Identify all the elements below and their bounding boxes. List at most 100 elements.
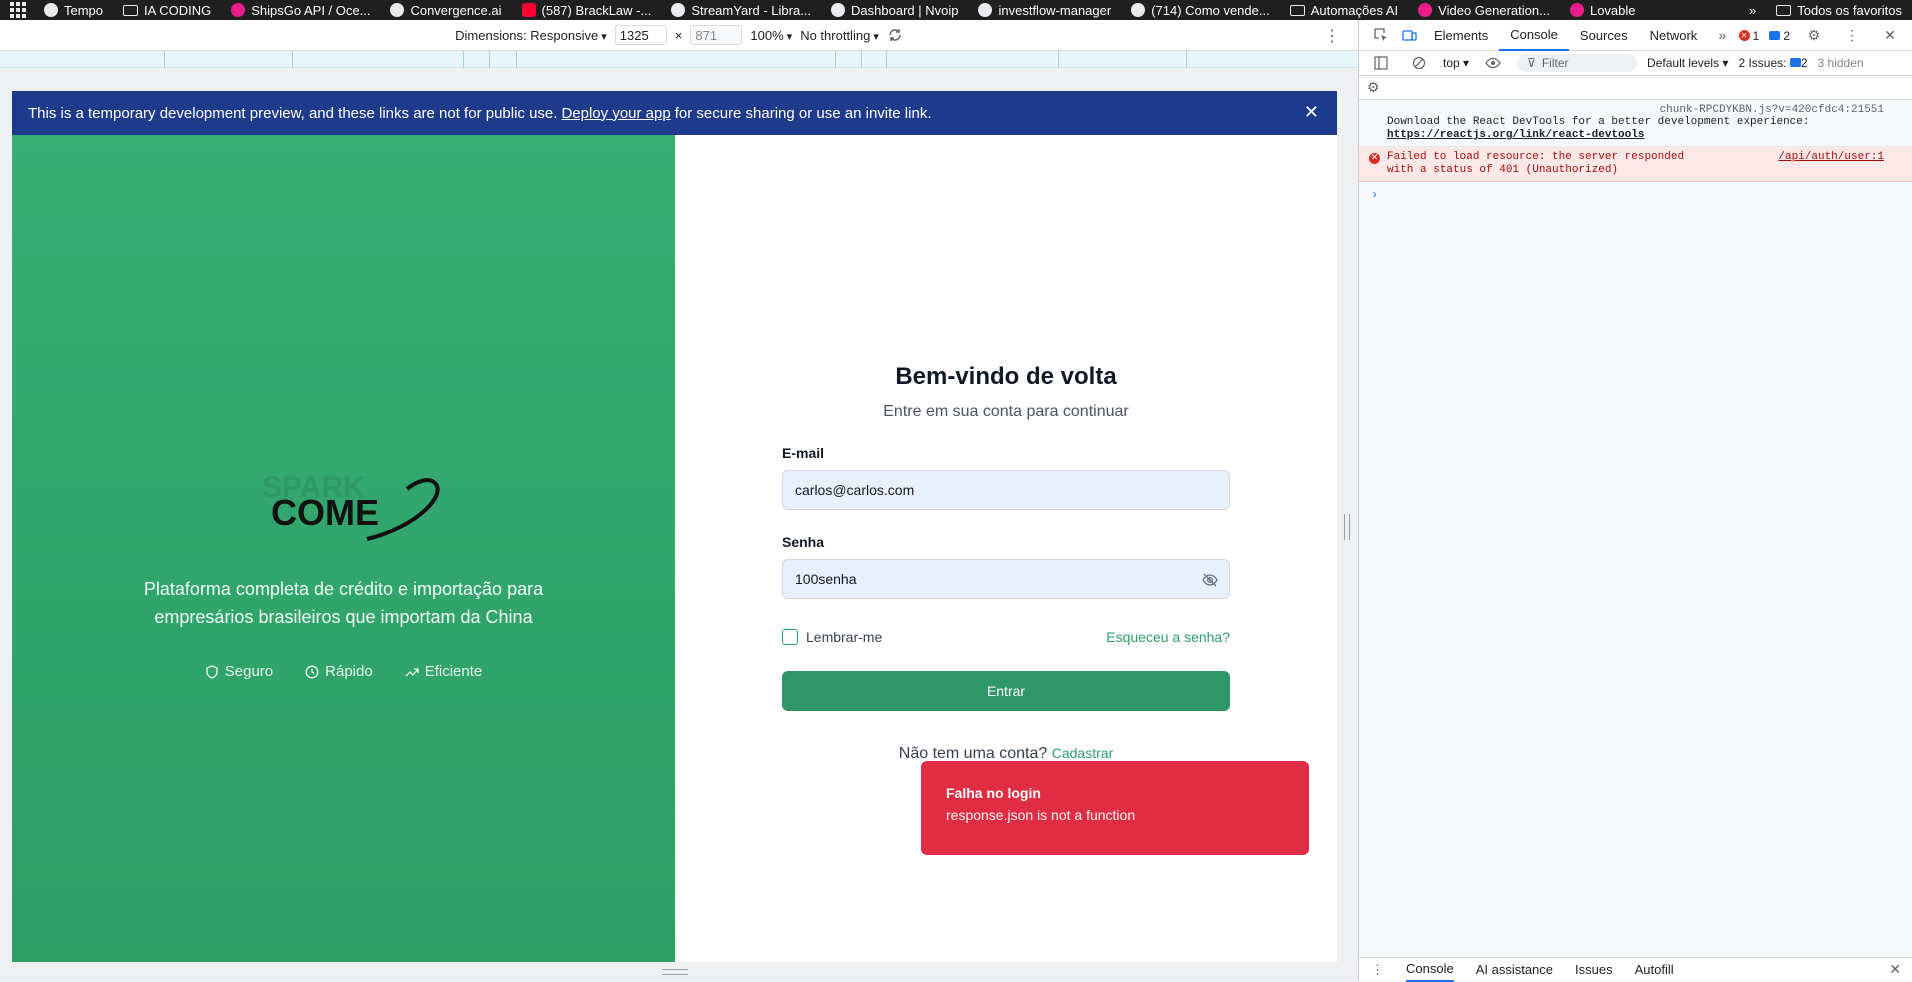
- device-toolbar-menu-icon[interactable]: ⋮: [1324, 26, 1340, 46]
- viewport-resize-handle-right[interactable]: [1344, 514, 1350, 540]
- page-title: Bem-vindo de volta: [895, 363, 1117, 390]
- banner-text-after: for secure sharing or use an invite link…: [674, 104, 932, 122]
- console-prompt[interactable]: ›: [1359, 182, 1912, 208]
- gear-icon[interactable]: ⚙: [1806, 27, 1822, 44]
- bookmark-tempo[interactable]: Tempo: [34, 0, 113, 20]
- apps-grid-icon[interactable]: [10, 2, 26, 18]
- bookmarks-more-button[interactable]: »: [1739, 0, 1766, 20]
- tab-console[interactable]: Console: [1499, 20, 1569, 51]
- bookmark-bracklaw[interactable]: (587) BrackLaw -...: [512, 0, 662, 20]
- remember-row: Lembrar-me Esqueceu a senha?: [782, 629, 1230, 645]
- email-label: E-mail: [782, 445, 825, 461]
- rotate-icon[interactable]: [887, 27, 903, 43]
- deploy-app-link[interactable]: Deploy your app: [561, 105, 670, 122]
- kebab-menu-icon[interactable]: ⋮: [1844, 27, 1860, 44]
- drawer-menu-icon[interactable]: ⋮: [1371, 962, 1384, 978]
- globe-icon: [1131, 3, 1146, 17]
- zoom-dropdown[interactable]: 100%: [750, 28, 792, 43]
- bookmark-convergence[interactable]: Convergence.ai: [380, 0, 511, 20]
- bookmark-folder-all[interactable]: Todos os favoritos: [1766, 0, 1912, 20]
- eye-icon[interactable]: [1485, 55, 1501, 71]
- inspect-icon[interactable]: [1373, 27, 1389, 43]
- bookmark-como-vende[interactable]: (714) Como vende...: [1121, 0, 1280, 20]
- console-settings-icon[interactable]: ⚙: [1367, 79, 1380, 96]
- password-field[interactable]: 100senha: [782, 559, 1230, 599]
- message-source[interactable]: chunk-RPCDYKBN.js?v=420cfdc4:21551: [1660, 104, 1884, 117]
- devtools-panel: Elements Console Sources Network » ✕ 1 2 …: [1358, 20, 1912, 982]
- device-toolbar: Dimensions: Responsive × 100% No throttl…: [0, 20, 1358, 51]
- console-filter-bar: top ▾ ⊽ Filter Default levels ▾ 2 Issues:…: [1359, 51, 1912, 76]
- close-icon[interactable]: ✕: [1889, 961, 1901, 978]
- bookmark-video-generation[interactable]: Video Generation...: [1408, 0, 1560, 20]
- login-button[interactable]: Entrar: [782, 671, 1230, 711]
- password-label: Senha: [782, 534, 825, 550]
- log-levels-dropdown[interactable]: Default levels ▾: [1647, 56, 1728, 70]
- drawer-tab-issues[interactable]: Issues: [1575, 962, 1613, 977]
- devtools-tabs: Elements Console Sources Network » ✕ 1 2 …: [1359, 20, 1912, 51]
- email-field[interactable]: carlos@carlos.com: [782, 470, 1230, 510]
- eye-off-icon[interactable]: [1201, 571, 1219, 589]
- viewport-width-input[interactable]: [614, 25, 667, 45]
- throttling-dropdown[interactable]: No throttling: [800, 28, 879, 43]
- globe-icon: [390, 3, 405, 17]
- youtube-icon: [521, 3, 536, 17]
- streamyard-icon: [671, 3, 686, 17]
- login-form: Bem-vindo de volta Entre em sua conta pa…: [782, 363, 1230, 763]
- close-icon[interactable]: ✕: [1304, 102, 1319, 122]
- toast-title: Falha no login: [946, 785, 1041, 801]
- hero-panel: SPARK COME Plataforma completa de crédit…: [12, 135, 675, 962]
- folder-icon: [1776, 4, 1792, 16]
- tab-elements[interactable]: Elements: [1423, 20, 1499, 51]
- heart-icon: [978, 3, 993, 17]
- bookmark-streamyard[interactable]: StreamYard - Libra...: [661, 0, 821, 20]
- console-filter-input[interactable]: ⊽ Filter: [1517, 54, 1638, 72]
- bookmark-nvoip[interactable]: Dashboard | Nvoip: [821, 0, 968, 20]
- error-toast[interactable]: Falha no login response.json is not a fu…: [921, 761, 1309, 855]
- dimensions-dropdown[interactable]: Dimensions: Responsive: [455, 28, 607, 43]
- issue-count-badge[interactable]: 2: [1769, 29, 1790, 43]
- tab-network[interactable]: Network: [1639, 20, 1709, 51]
- page-preview: This is a temporary development preview,…: [12, 91, 1337, 962]
- clock-icon: [305, 665, 319, 678]
- remember-checkbox[interactable]: Lembrar-me: [782, 629, 882, 645]
- drawer-tab-autofill[interactable]: Autofill: [1635, 962, 1674, 977]
- bookmark-lovable[interactable]: Lovable: [1560, 0, 1646, 20]
- password-value: 100senha: [795, 571, 857, 587]
- sidebar-toggle-icon[interactable]: [1373, 55, 1389, 71]
- shield-icon: [206, 664, 218, 679]
- context-dropdown[interactable]: top ▾: [1443, 56, 1469, 70]
- message-source[interactable]: /api/auth/user:1: [1778, 151, 1884, 164]
- react-devtools-link[interactable]: https://reactjs.org/link/react-devtools: [1387, 129, 1644, 141]
- more-tabs-icon[interactable]: »: [1714, 27, 1730, 43]
- media-query-ruler[interactable]: [0, 51, 1358, 68]
- signup-link[interactable]: Cadastrar: [1052, 745, 1113, 761]
- hidden-count: 3 hidden: [1817, 56, 1864, 70]
- device-toggle-icon[interactable]: [1401, 27, 1417, 43]
- bookmark-investflow[interactable]: investflow-manager: [968, 0, 1121, 20]
- feature-list: Seguro Rápido Eficiente: [12, 663, 675, 680]
- close-icon[interactable]: ✕: [1882, 27, 1898, 44]
- bookmark-folder-automacoes[interactable]: Automações AI: [1280, 0, 1408, 20]
- forgot-password-link[interactable]: Esqueceu a senha?: [1106, 629, 1230, 645]
- checkbox-box[interactable]: [782, 629, 798, 645]
- viewport-height-input[interactable]: [690, 25, 743, 45]
- drawer-tab-ai-assistance[interactable]: AI assistance: [1476, 962, 1553, 977]
- company-logo: SPARK COME: [262, 471, 440, 541]
- console-message-info: chunk-RPCDYKBN.js?v=420cfdc4:21551 Downl…: [1359, 100, 1912, 147]
- tab-sources[interactable]: Sources: [1569, 20, 1639, 51]
- tempo-icon: [44, 3, 58, 17]
- bookmark-shipsgo[interactable]: ShipsGo API / Oce...: [221, 0, 380, 20]
- clear-console-icon[interactable]: [1411, 55, 1427, 71]
- folder-icon: [1289, 4, 1305, 16]
- error-count-badge[interactable]: ✕ 1: [1738, 29, 1759, 43]
- viewport-resize-handle-bottom[interactable]: [662, 969, 688, 975]
- page-subtitle: Entre em sua conta para continuar: [883, 403, 1129, 420]
- shipsgo-icon: [231, 3, 246, 17]
- bookmarks-bar: Tempo IA CODING ShipsGo API / Oce... Con…: [0, 0, 1912, 20]
- folder-icon: [123, 4, 139, 16]
- dimensions-times: ×: [674, 27, 683, 43]
- console-messages: chunk-RPCDYKBN.js?v=420cfdc4:21551 Downl…: [1359, 100, 1912, 208]
- drawer-tab-console[interactable]: Console: [1406, 958, 1454, 982]
- bookmark-folder-ia-coding[interactable]: IA CODING: [113, 0, 221, 20]
- issues-summary[interactable]: 2 Issues: 2: [1738, 56, 1807, 70]
